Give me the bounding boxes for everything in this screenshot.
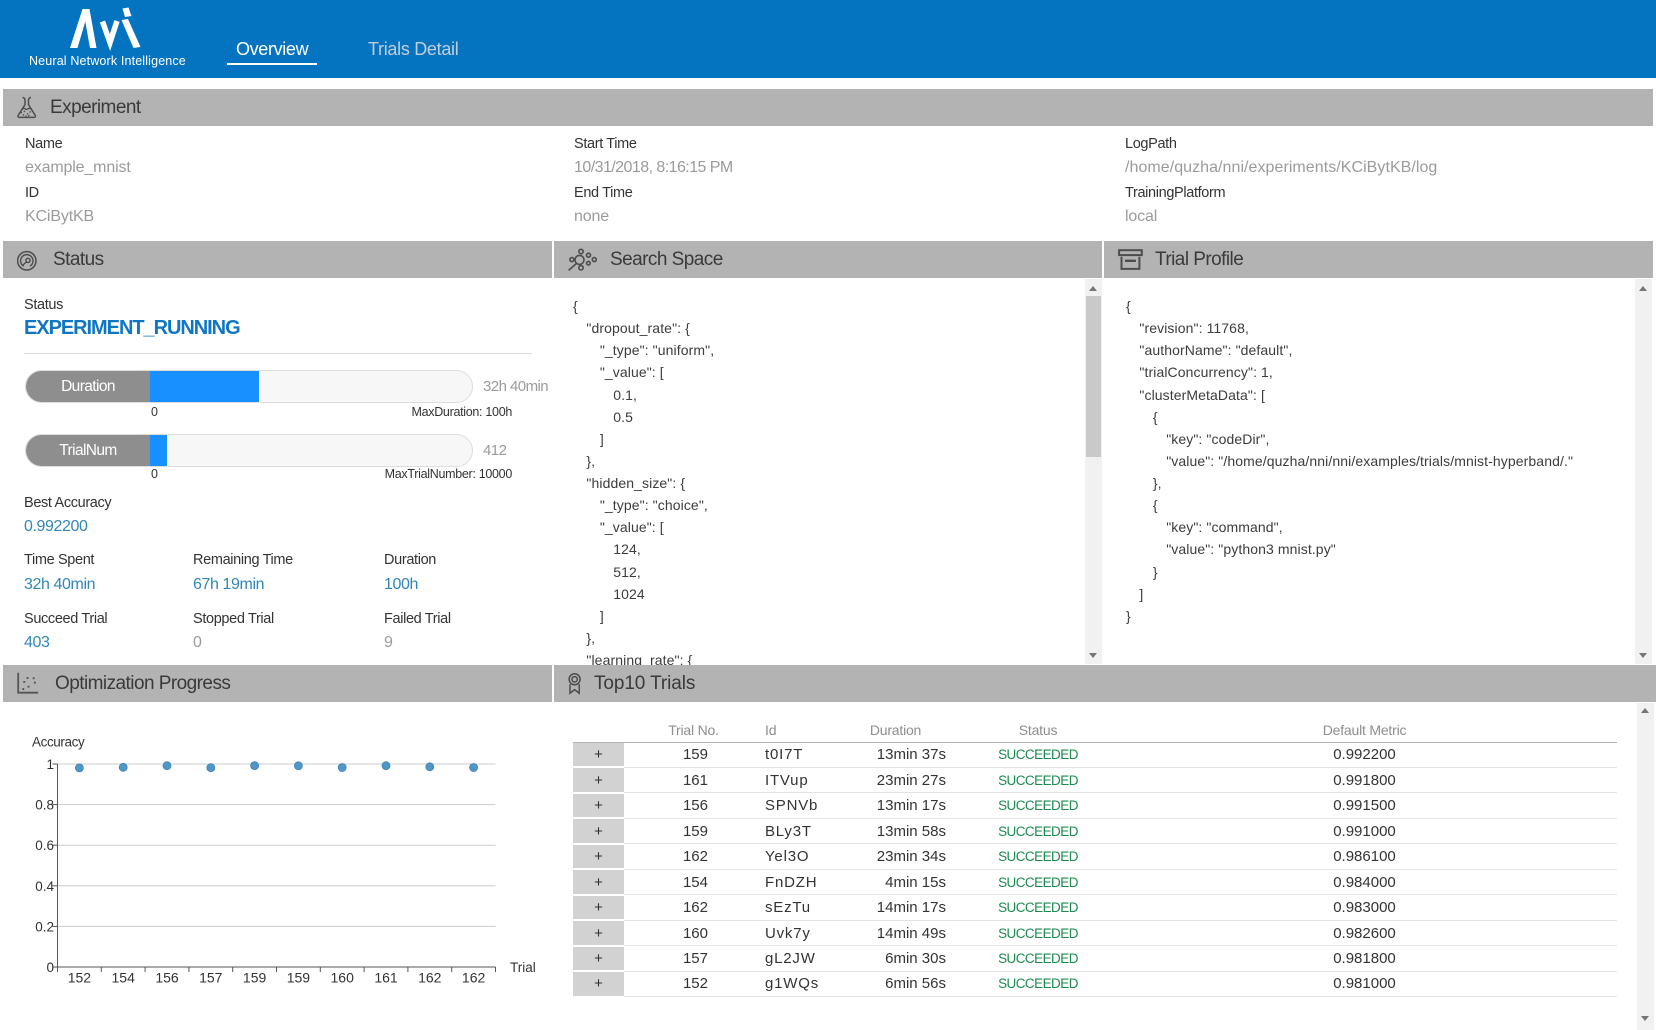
svg-text:152: 152 xyxy=(68,970,92,986)
svg-text:162: 162 xyxy=(462,970,486,986)
svg-text:162: 162 xyxy=(418,970,442,986)
svg-text:Accuracy: Accuracy xyxy=(32,735,85,750)
svg-text:161: 161 xyxy=(374,970,398,986)
svg-text:157: 157 xyxy=(199,970,223,986)
svg-text:156: 156 xyxy=(155,970,179,986)
svg-text:0.6: 0.6 xyxy=(35,838,54,853)
svg-text:154: 154 xyxy=(112,970,136,986)
svg-text:0.8: 0.8 xyxy=(35,798,54,813)
svg-text:0.2: 0.2 xyxy=(35,919,54,934)
svg-text:0: 0 xyxy=(46,960,54,975)
svg-text:0.4: 0.4 xyxy=(35,879,54,894)
svg-text:159: 159 xyxy=(287,970,311,986)
svg-text:160: 160 xyxy=(331,970,355,986)
svg-text:Trial: Trial xyxy=(510,960,536,975)
svg-text:159: 159 xyxy=(243,970,267,986)
svg-text:1: 1 xyxy=(46,757,54,772)
